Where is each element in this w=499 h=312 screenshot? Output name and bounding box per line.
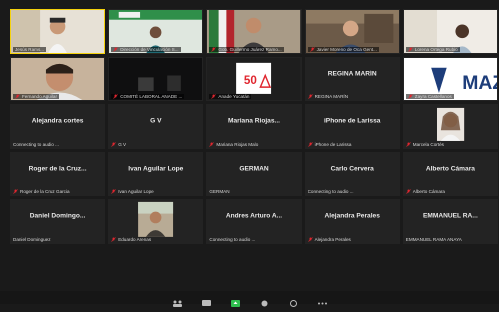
participant-tile[interactable]: Lorena Ortega Rubio bbox=[402, 9, 498, 54]
reactions-icon[interactable] bbox=[288, 294, 299, 307]
muted-mic-icon bbox=[111, 189, 116, 194]
meeting-toolbar bbox=[0, 291, 499, 307]
participant-display-name: Mariana Riojas... bbox=[227, 117, 281, 125]
participant-tile[interactable]: Gob. Guillermo Juárez Ramo... bbox=[206, 9, 302, 54]
participant-display-name: Alberto Cámara bbox=[425, 165, 475, 173]
participant-display-name: Andres Arturo A... bbox=[225, 212, 283, 220]
svg-text:MAZ: MAZ bbox=[462, 72, 497, 94]
participant-tile[interactable]: Marcela Cortés bbox=[402, 104, 498, 149]
participant-tile[interactable]: iPhone de Larissa iPhone de Larissa bbox=[304, 104, 400, 149]
muted-mic-icon bbox=[111, 236, 116, 242]
participant-tile[interactable]: REGINA MARÍN REGINA MARÍN bbox=[304, 56, 400, 101]
participant-tile[interactable]: Alejandra cortes Connecting to audio ... bbox=[10, 104, 106, 149]
svg-text:50: 50 bbox=[244, 74, 257, 87]
participant-display-name: Alejandra cortes bbox=[31, 117, 84, 125]
muted-mic-icon bbox=[211, 46, 217, 52]
participant-name-label: Anade Yucatán bbox=[209, 94, 252, 99]
participant-name-label: Gob. Guillermo Juárez Ramo... bbox=[209, 46, 284, 52]
participant-name-label: Marcela Cortés bbox=[406, 142, 495, 147]
participant-name-label: GERMAN bbox=[209, 189, 230, 194]
muted-mic-icon bbox=[209, 141, 215, 147]
participant-name-label: G V bbox=[111, 142, 200, 147]
more-icon[interactable] bbox=[317, 294, 328, 305]
participant-tile[interactable]: Javier Moreno de Oca Gent... bbox=[304, 9, 400, 54]
participant-name-label: Daniel Dominguez bbox=[13, 236, 51, 242]
participant-name-label: iPhone de Larissa bbox=[307, 141, 397, 147]
muted-mic-icon bbox=[13, 189, 18, 194]
participant-tile[interactable]: GERMAN GERMAN bbox=[206, 151, 302, 196]
participant-display-name: Daniel Domingo... bbox=[29, 212, 86, 220]
participant-name-label: Mariana Riojas Malo bbox=[209, 142, 298, 147]
participant-tile[interactable]: EMMANUEL RA... EMMANUEL RAMA ANAYA bbox=[402, 199, 498, 244]
muted-mic-icon bbox=[406, 189, 411, 194]
muted-mic-icon bbox=[309, 46, 315, 52]
share-screen-icon[interactable] bbox=[230, 294, 241, 307]
participant-name-label: Eduardo Arenas bbox=[111, 237, 200, 242]
gallery-grid: Jesús Rams... Dirección de Vinculación S… bbox=[10, 9, 498, 291]
muted-mic-icon bbox=[113, 46, 118, 52]
muted-mic-icon bbox=[307, 141, 313, 147]
participant-name-label: Connecting to audio ... bbox=[307, 189, 354, 194]
participant-display-name: G V bbox=[150, 117, 162, 125]
participant-display-name: Alejandra Perales bbox=[324, 212, 380, 220]
participant-name-label: EMMANUEL RAMA ANAYA bbox=[405, 236, 462, 242]
participant-name-label: Alberto Cámara bbox=[406, 189, 495, 194]
muted-mic-icon bbox=[15, 94, 20, 99]
participant-name-label: Connecting to audio ... bbox=[209, 236, 256, 242]
participant-display-name: Ivan Aguilar Lope bbox=[128, 165, 184, 173]
chat-icon[interactable] bbox=[201, 294, 212, 306]
muted-mic-icon bbox=[408, 94, 413, 99]
participant-display-name: EMMANUEL RA... bbox=[422, 212, 478, 220]
participant-name-label: Connecting to audio ... bbox=[13, 141, 59, 147]
participant-tile[interactable]: COMITÉ LABORAL ANADE ... bbox=[108, 56, 204, 101]
participant-tile[interactable]: Eduardo Arenas bbox=[108, 199, 204, 244]
participant-display-name: REGINA MARÍN bbox=[327, 70, 377, 78]
participants-icon[interactable] bbox=[172, 294, 183, 307]
participant-tile[interactable]: Alberto Cámara Alberto Cámara bbox=[402, 151, 498, 196]
participant-display-name: Carlo Cervera bbox=[330, 165, 374, 173]
participant-display-name: GERMAN bbox=[239, 165, 269, 173]
participant-tile[interactable]: Alejandra Perales Alejandra Perales bbox=[304, 199, 400, 244]
participant-tile[interactable]: Roger de la Cruz... Roger de la Cruz Gar… bbox=[10, 151, 106, 196]
muted-mic-icon bbox=[113, 94, 118, 99]
participant-tile[interactable]: Fernando Aguilar bbox=[10, 56, 106, 101]
participant-tile[interactable]: Andres Arturo A... Connecting to audio .… bbox=[206, 199, 302, 244]
participant-tile[interactable]: G V G V bbox=[108, 104, 204, 149]
participant-name-label: Zayra Castellanos bbox=[405, 94, 454, 99]
participant-tile[interactable]: Carlo Cervera Connecting to audio ... bbox=[304, 151, 400, 196]
muted-mic-icon bbox=[111, 141, 116, 147]
participant-name-label: Jesús Rams... bbox=[13, 46, 47, 52]
participant-name-label: Roger de la Cruz Garcia bbox=[13, 189, 102, 194]
participant-name-label: COMITÉ LABORAL ANADE ... bbox=[111, 94, 185, 99]
participant-name-label: Lorena Ortega Rubio bbox=[405, 46, 460, 52]
record-icon[interactable] bbox=[259, 294, 270, 307]
participant-tile[interactable]: 50 Anade Yucatán bbox=[206, 56, 302, 101]
participant-name-label: Dirección de Vinculación S... bbox=[111, 46, 181, 52]
participant-name-label: REGINA MARÍN bbox=[307, 94, 397, 99]
participant-name-label: Javier Moreno de Oca Gent... bbox=[307, 46, 379, 52]
participant-name-label: Alejandra Perales bbox=[307, 236, 397, 242]
muted-mic-icon bbox=[307, 236, 313, 242]
muted-mic-icon bbox=[406, 141, 411, 147]
participant-tile[interactable]: MAZ Zayra Castellanos bbox=[402, 56, 498, 101]
participant-tile[interactable]: Dirección de Vinculación S... bbox=[108, 9, 204, 54]
muted-mic-icon bbox=[211, 94, 217, 99]
participant-tile[interactable]: Ivan Aguilar Lope Ivan Aguilar Lope bbox=[108, 151, 204, 196]
muted-mic-icon bbox=[408, 46, 413, 52]
muted-mic-icon bbox=[307, 94, 313, 99]
participant-tile[interactable]: Jesús Rams... bbox=[10, 9, 106, 54]
participant-tile[interactable]: Daniel Domingo... Daniel Dominguez bbox=[10, 199, 106, 244]
participant-name-label: Ivan Aguilar Lope bbox=[111, 189, 200, 194]
participant-display-name: Roger de la Cruz... bbox=[28, 165, 87, 173]
participant-name-label: Fernando Aguilar bbox=[13, 94, 59, 99]
participant-tile[interactable]: Mariana Riojas... Mariana Riojas Malo bbox=[206, 104, 302, 149]
participant-display-name: iPhone de Larissa bbox=[323, 117, 381, 125]
